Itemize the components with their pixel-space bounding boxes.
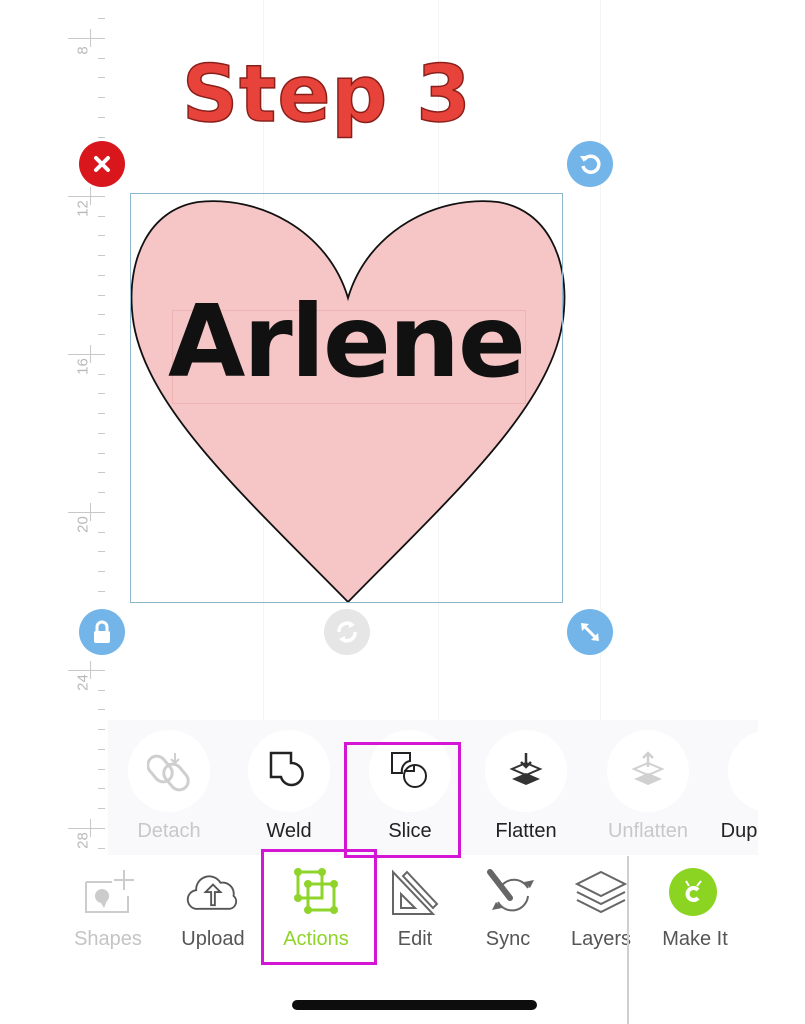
ruler-tick bbox=[98, 532, 105, 533]
nav-layers[interactable]: Layers bbox=[548, 858, 648, 958]
lock-icon bbox=[94, 620, 110, 643]
detach-icon bbox=[147, 753, 190, 792]
ruler-tick bbox=[98, 275, 105, 276]
design-text[interactable]: Arlene bbox=[168, 292, 526, 392]
rotate-handle[interactable] bbox=[567, 141, 613, 187]
action-label: Dup bbox=[720, 820, 758, 842]
action-flatten[interactable]: Flatten bbox=[465, 720, 585, 855]
nav-actions[interactable]: Actions bbox=[263, 858, 363, 958]
ruler-tick bbox=[98, 18, 105, 19]
action-weld[interactable]: Weld bbox=[228, 720, 348, 855]
ruler-label: 16 bbox=[74, 358, 92, 375]
ruler-tick bbox=[98, 393, 105, 394]
nav-label: Upload bbox=[181, 928, 245, 950]
nav-divider bbox=[627, 856, 629, 1024]
nav-label: Shapes bbox=[74, 928, 142, 950]
delete-icon bbox=[94, 156, 110, 172]
ruler-tick bbox=[98, 413, 105, 414]
ruler-tick bbox=[98, 433, 105, 434]
ruler-tick bbox=[98, 729, 105, 730]
ruler-tick bbox=[98, 117, 105, 118]
flip-handle[interactable] bbox=[324, 609, 370, 655]
cricut-logo-icon bbox=[685, 880, 702, 902]
resize-handle[interactable] bbox=[567, 609, 613, 655]
ruler-tick bbox=[98, 591, 105, 592]
weld-icon bbox=[269, 751, 304, 787]
ruler-tick bbox=[98, 808, 105, 809]
ruler-tick bbox=[98, 472, 105, 473]
bottom-nav: Shapes Upload Actions Edit Sync Layers bbox=[60, 858, 631, 968]
edit-icon bbox=[392, 869, 439, 915]
action-duplicate[interactable]: Dup bbox=[708, 720, 758, 855]
make-it-button[interactable]: Make It bbox=[640, 858, 750, 958]
ruler-tick bbox=[98, 769, 105, 770]
ruler-tick bbox=[98, 295, 105, 296]
nav-label: Edit bbox=[397, 928, 433, 950]
ruler-tick bbox=[98, 77, 105, 78]
upload-icon bbox=[186, 875, 238, 910]
ruler-tick bbox=[98, 788, 105, 789]
ruler-tick bbox=[98, 334, 105, 335]
shapes-icon bbox=[85, 870, 134, 913]
step-title: Step 3 bbox=[181, 50, 472, 140]
delete-handle[interactable] bbox=[79, 141, 125, 187]
ruler-tick bbox=[98, 551, 105, 552]
rotate-icon bbox=[580, 154, 601, 174]
action-detach[interactable]: Detach bbox=[108, 720, 228, 855]
duplicate-icon bbox=[749, 751, 758, 791]
ruler-tick bbox=[98, 709, 105, 710]
nav-label: Actions bbox=[283, 928, 349, 950]
ruler-tick bbox=[98, 216, 105, 217]
sync-icon bbox=[487, 869, 534, 912]
ruler-tick bbox=[98, 235, 105, 236]
nav-sync[interactable]: Sync bbox=[455, 858, 555, 958]
actions-icon bbox=[294, 868, 338, 914]
ruler-tick bbox=[98, 137, 105, 138]
nav-label: Sync bbox=[485, 928, 531, 950]
ruler-tick bbox=[98, 749, 105, 750]
home-indicator bbox=[292, 1000, 537, 1010]
ruler-tick bbox=[98, 453, 105, 454]
ruler-tick bbox=[98, 97, 105, 98]
lock-handle[interactable] bbox=[79, 609, 125, 655]
action-label: Detach bbox=[137, 820, 201, 842]
ruler-label: 20 bbox=[74, 516, 92, 533]
nav-edit[interactable]: Edit bbox=[362, 858, 462, 958]
action-label: Flatten bbox=[495, 820, 557, 842]
ruler-label: 8 bbox=[74, 46, 92, 55]
layers-icon bbox=[574, 870, 628, 914]
make-it-icon-circle bbox=[669, 868, 717, 916]
ruler-label: 12 bbox=[74, 200, 92, 217]
ruler-tick bbox=[98, 848, 105, 849]
ruler-label: 28 bbox=[74, 832, 92, 849]
ruler-tick bbox=[98, 314, 105, 315]
vertical-ruler: 8 12 16 20 24 28 bbox=[60, 0, 110, 860]
ruler-tick bbox=[98, 571, 105, 572]
resize-icon bbox=[581, 623, 599, 641]
ruler-label: 24 bbox=[74, 674, 92, 691]
action-label: Weld bbox=[266, 820, 312, 842]
nav-shapes[interactable]: Shapes bbox=[55, 858, 155, 958]
ruler-tick bbox=[98, 374, 105, 375]
unflatten-icon bbox=[631, 751, 665, 785]
flatten-icon bbox=[509, 753, 543, 785]
flip-icon bbox=[337, 621, 357, 643]
ruler-tick bbox=[98, 492, 105, 493]
nav-label: Layers bbox=[570, 928, 632, 950]
nav-upload[interactable]: Upload bbox=[160, 858, 260, 958]
ruler-tick bbox=[98, 255, 105, 256]
ruler-tick bbox=[98, 58, 105, 59]
ruler-tick bbox=[98, 690, 105, 691]
slice-highlight bbox=[344, 742, 461, 858]
make-it-label: Make It bbox=[662, 928, 728, 950]
